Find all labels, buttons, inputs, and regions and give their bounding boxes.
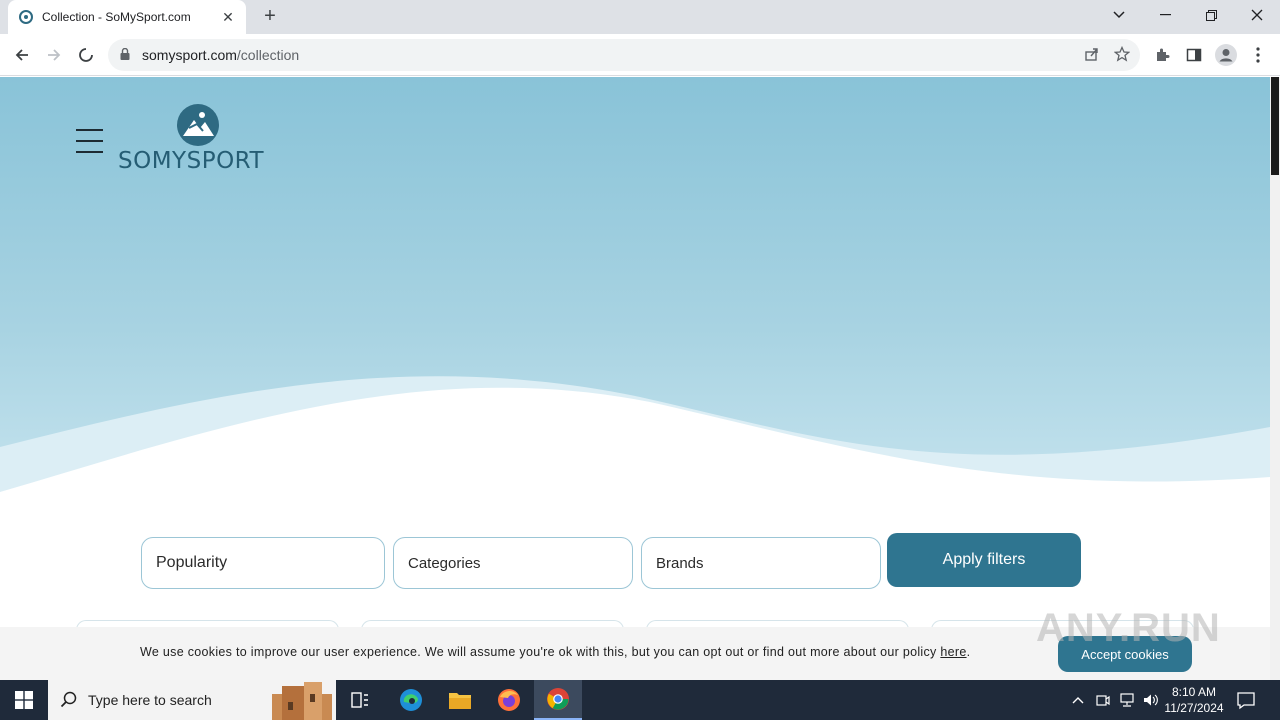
side-panel-icon[interactable]	[1181, 42, 1207, 68]
windows-taskbar: Type here to search 8:10 AM 11/27/2024	[0, 680, 1280, 720]
new-tab-button[interactable]: +	[258, 5, 282, 29]
browser-tab-strip: Collection - SoMySport.com ✕ +	[0, 0, 1280, 34]
tab-close-icon[interactable]: ✕	[220, 9, 236, 25]
site-logo[interactable]: SOMYSPORT	[118, 104, 278, 174]
browser-toolbar: somysport.com/collection	[0, 34, 1280, 76]
clock-date: 11/27/2024	[1164, 701, 1224, 715]
bookmark-star-icon[interactable]	[1113, 45, 1131, 65]
tray-chevron-up-icon[interactable]	[1066, 680, 1090, 720]
minimize-icon[interactable]	[1142, 0, 1188, 30]
extensions-puzzle-icon[interactable]	[1149, 42, 1175, 68]
page-viewport: SOMYSPORT Popularity Categories Brands A…	[0, 77, 1270, 680]
logo-mountain-icon	[177, 104, 219, 146]
hamburger-menu-icon[interactable]	[76, 129, 103, 153]
task-view-icon[interactable]	[336, 680, 384, 720]
tab-title: Collection - SoMySport.com	[42, 10, 191, 24]
browser-menu-kebab-icon[interactable]	[1245, 42, 1271, 68]
forward-arrow-icon[interactable]	[41, 42, 67, 68]
address-bar[interactable]: somysport.com/collection	[108, 39, 1140, 71]
meet-now-icon[interactable]	[1091, 680, 1115, 720]
stop-loading-icon[interactable]	[73, 42, 99, 68]
anyrun-watermark: ANY.RUN	[1036, 606, 1221, 650]
cookie-message-suffix: .	[966, 645, 971, 659]
edge-browser-icon[interactable]	[387, 680, 435, 720]
hero-wave-shape	[0, 376, 1270, 507]
restore-icon[interactable]	[1188, 0, 1234, 30]
taskbar-search-box[interactable]: Type here to search	[48, 680, 336, 720]
chrome-icon[interactable]	[534, 680, 582, 720]
scrollbar-thumb[interactable]	[1271, 77, 1279, 175]
logo-wordmark: SOMYSPORT	[118, 148, 265, 174]
notification-center-icon[interactable]	[1236, 690, 1256, 710]
firefox-icon[interactable]	[485, 680, 533, 720]
cookie-message-text: We use cookies to improve our user exper…	[140, 645, 941, 659]
system-clock[interactable]: 8:10 AM 11/27/2024	[1160, 684, 1228, 716]
brands-select[interactable]: Brands	[641, 537, 881, 589]
network-icon[interactable]	[1115, 680, 1139, 720]
share-icon[interactable]	[1084, 46, 1100, 65]
back-arrow-icon[interactable]	[9, 42, 35, 68]
sort-select[interactable]: Popularity	[141, 537, 385, 589]
search-highlight-image	[272, 682, 332, 720]
cookie-message: We use cookies to improve our user exper…	[140, 645, 970, 659]
site-favicon-icon	[18, 9, 34, 25]
browser-tab[interactable]: Collection - SoMySport.com ✕	[8, 0, 246, 34]
tab-search-icon[interactable]	[1096, 0, 1142, 30]
filter-bar: Popularity Categories Brands Apply filte…	[0, 533, 1270, 593]
clock-time: 8:10 AM	[1171, 685, 1217, 699]
url-host: somysport.com	[142, 47, 237, 63]
page-scrollbar[interactable]	[1270, 77, 1280, 680]
search-icon	[60, 691, 78, 709]
file-explorer-icon[interactable]	[436, 680, 484, 720]
search-placeholder: Type here to search	[88, 692, 212, 708]
lock-icon	[120, 47, 136, 63]
windows-start-icon[interactable]	[0, 680, 48, 720]
profile-avatar-icon[interactable]	[1213, 42, 1239, 68]
apply-filters-button[interactable]: Apply filters	[887, 533, 1081, 587]
cookie-policy-link[interactable]: here	[940, 645, 966, 659]
categories-select[interactable]: Categories	[393, 537, 633, 589]
close-window-icon[interactable]	[1234, 0, 1280, 30]
url-path: /collection	[236, 47, 300, 63]
